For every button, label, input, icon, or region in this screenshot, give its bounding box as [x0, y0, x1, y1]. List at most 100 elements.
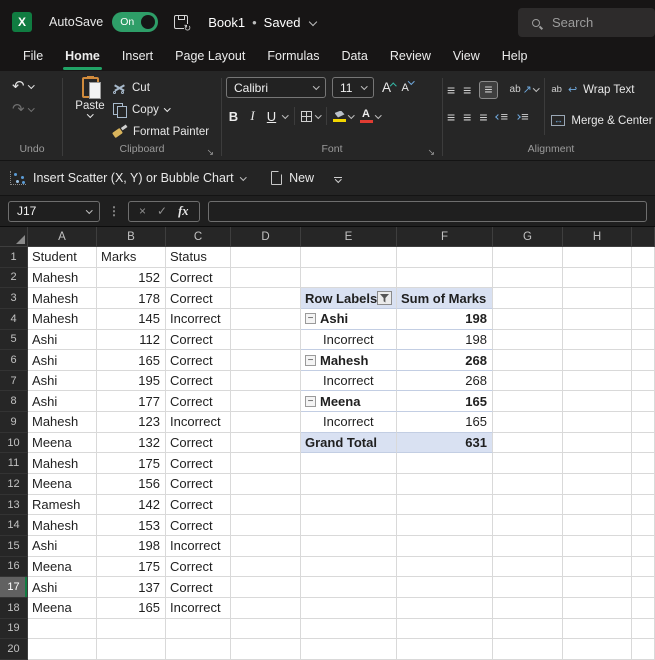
- save-icon[interactable]: ↻: [174, 15, 192, 33]
- row-header-2[interactable]: 2: [0, 267, 28, 289]
- align-left-button[interactable]: ≡: [447, 110, 455, 124]
- cell-F11[interactable]: [397, 453, 493, 475]
- column-header-D[interactable]: D: [231, 227, 301, 247]
- cell-G6[interactable]: [493, 350, 563, 371]
- tab-home[interactable]: Home: [54, 44, 111, 71]
- cell-H15[interactable]: [563, 535, 632, 557]
- cell-D13[interactable]: [231, 494, 301, 516]
- cell-E8[interactable]: − Meena: [301, 391, 397, 413]
- cell-partial-8[interactable]: [632, 391, 655, 413]
- tab-view[interactable]: View: [442, 44, 491, 71]
- cell-E15[interactable]: [301, 535, 397, 557]
- cell-A17[interactable]: Ashi: [28, 577, 97, 598]
- row-header-7[interactable]: 7: [0, 370, 28, 392]
- cell-B7[interactable]: 195: [97, 370, 166, 392]
- row-header-14[interactable]: 14: [0, 515, 28, 536]
- cell-A6[interactable]: Ashi: [28, 350, 97, 371]
- cell-D9[interactable]: [231, 412, 301, 433]
- cell-C1[interactable]: Status: [166, 247, 231, 268]
- cell-B15[interactable]: 198: [97, 535, 166, 557]
- cell-F8[interactable]: 165: [397, 391, 493, 413]
- collapse-icon[interactable]: −: [305, 354, 316, 366]
- cell-G17[interactable]: [493, 577, 563, 598]
- cell-C4[interactable]: Incorrect: [166, 308, 231, 330]
- cell-F6[interactable]: 268: [397, 350, 493, 371]
- cell-F14[interactable]: [397, 515, 493, 536]
- cell-partial-19[interactable]: [632, 618, 655, 640]
- row-header-1[interactable]: 1: [0, 247, 28, 268]
- cell-G18[interactable]: [493, 597, 563, 619]
- cell-G16[interactable]: [493, 556, 563, 578]
- cell-H6[interactable]: [563, 350, 632, 371]
- cell-G13[interactable]: [493, 494, 563, 516]
- cell-A18[interactable]: Meena: [28, 597, 97, 619]
- cell-A1[interactable]: Student: [28, 247, 97, 268]
- cell-F4[interactable]: 198: [397, 308, 493, 330]
- dialog-launcher-icon[interactable]: ↘: [427, 148, 435, 157]
- cell-partial-7[interactable]: [632, 370, 655, 392]
- font-name-select[interactable]: Calibri: [226, 77, 326, 98]
- cell-B13[interactable]: 142: [97, 494, 166, 516]
- cell-B14[interactable]: 153: [97, 515, 166, 536]
- cell-D20[interactable]: [231, 639, 301, 660]
- cell-B1[interactable]: Marks: [97, 247, 166, 268]
- cell-B12[interactable]: 156: [97, 474, 166, 495]
- cell-H4[interactable]: [563, 308, 632, 330]
- cell-D18[interactable]: [231, 597, 301, 619]
- cell-C14[interactable]: Correct: [166, 515, 231, 536]
- tab-file[interactable]: File: [12, 44, 54, 71]
- cell-C9[interactable]: Incorrect: [166, 412, 231, 433]
- cell-F19[interactable]: [397, 618, 493, 640]
- cut-button[interactable]: Cut: [113, 79, 209, 96]
- cell-G2[interactable]: [493, 267, 563, 289]
- cell-F1[interactable]: [397, 247, 493, 268]
- orientation-button[interactable]: ab ↗: [510, 83, 540, 96]
- cell-H19[interactable]: [563, 618, 632, 640]
- cell-partial-3[interactable]: [632, 288, 655, 309]
- dialog-launcher-icon[interactable]: ↘: [206, 148, 214, 157]
- cell-H1[interactable]: [563, 247, 632, 268]
- cell-G11[interactable]: [493, 453, 563, 475]
- cell-partial-15[interactable]: [632, 535, 655, 557]
- cell-E19[interactable]: [301, 618, 397, 640]
- row-header-9[interactable]: 9: [0, 412, 28, 433]
- column-header-partial[interactable]: [632, 227, 655, 247]
- cell-G4[interactable]: [493, 308, 563, 330]
- cell-F13[interactable]: [397, 494, 493, 516]
- cell-partial-20[interactable]: [632, 639, 655, 660]
- row-header-10[interactable]: 10: [0, 432, 28, 454]
- cell-B16[interactable]: 175: [97, 556, 166, 578]
- cell-A11[interactable]: Mahesh: [28, 453, 97, 475]
- cell-E2[interactable]: [301, 267, 397, 289]
- align-top-button[interactable]: ≡: [447, 83, 455, 97]
- cell-G15[interactable]: [493, 535, 563, 557]
- row-header-5[interactable]: 5: [0, 329, 28, 351]
- increase-font-size-button[interactable]: A: [382, 80, 397, 95]
- cell-H7[interactable]: [563, 370, 632, 392]
- redo-button[interactable]: ↷: [12, 102, 35, 117]
- search-box[interactable]: Search: [518, 8, 655, 37]
- customize-qat-button[interactable]: [334, 175, 343, 183]
- cell-partial-17[interactable]: [632, 577, 655, 598]
- enter-icon[interactable]: ✓: [157, 204, 167, 218]
- tab-formulas[interactable]: Formulas: [256, 44, 330, 71]
- cell-B2[interactable]: 152: [97, 267, 166, 289]
- excel-logo-icon[interactable]: X: [12, 12, 32, 32]
- paste-button[interactable]: Paste: [67, 76, 113, 143]
- formula-input[interactable]: [207, 200, 647, 222]
- column-header-F[interactable]: F: [397, 227, 493, 247]
- cell-C20[interactable]: [166, 639, 231, 660]
- cell-D8[interactable]: [231, 391, 301, 413]
- cell-D5[interactable]: [231, 329, 301, 351]
- cell-H8[interactable]: [563, 391, 632, 413]
- cell-E11[interactable]: [301, 453, 397, 475]
- cell-F12[interactable]: [397, 474, 493, 495]
- column-header-E[interactable]: E: [301, 227, 397, 247]
- cell-B4[interactable]: 145: [97, 308, 166, 330]
- cell-B18[interactable]: 165: [97, 597, 166, 619]
- cell-partial-9[interactable]: [632, 412, 655, 433]
- row-header-19[interactable]: 19: [0, 618, 28, 640]
- cell-E20[interactable]: [301, 639, 397, 660]
- column-header-H[interactable]: H: [563, 227, 632, 247]
- tab-data[interactable]: Data: [330, 44, 378, 71]
